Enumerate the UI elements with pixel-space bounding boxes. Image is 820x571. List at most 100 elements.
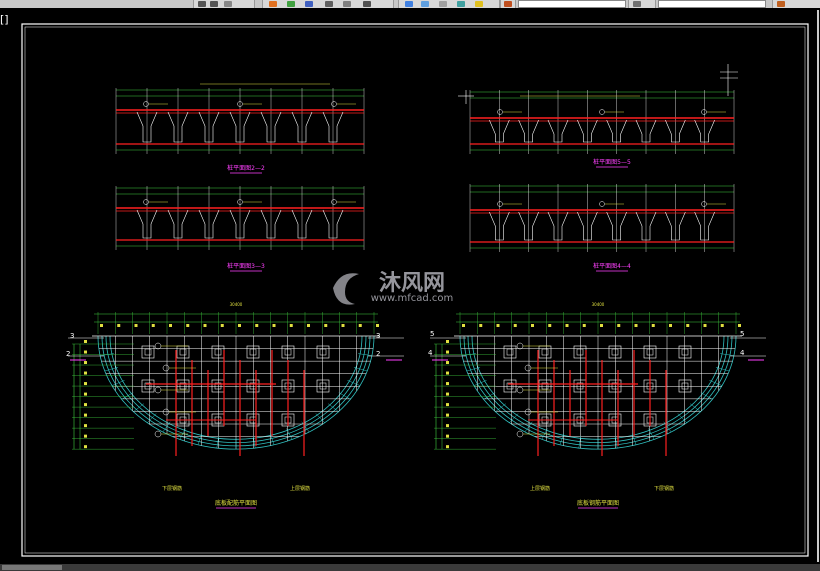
dim-mark xyxy=(513,324,517,327)
dim-mark xyxy=(703,324,707,327)
dim-mark xyxy=(84,371,87,375)
dim-mark xyxy=(84,445,87,449)
callout-bubble xyxy=(162,364,170,372)
pile-square xyxy=(316,345,330,359)
pile-square xyxy=(573,345,587,359)
section-block xyxy=(469,90,735,154)
section-block xyxy=(115,88,365,154)
dim-mark xyxy=(446,434,449,438)
pile-square xyxy=(211,379,225,393)
plan-drawings xyxy=(68,312,766,456)
dim-mark xyxy=(446,350,449,354)
callout-bubble xyxy=(331,199,337,205)
linetype-dropdown[interactable] xyxy=(658,0,766,8)
callout-bubble xyxy=(497,201,503,207)
dim-mark xyxy=(272,324,276,327)
dim-mark xyxy=(446,413,449,417)
callout-bubble xyxy=(599,201,605,207)
section-mark-2-right: 2 xyxy=(376,350,380,358)
section-mark-3-left: 3 xyxy=(70,332,74,340)
section-mark-4-right: 4 xyxy=(740,349,745,357)
render-icon[interactable] xyxy=(457,1,465,7)
dim-mark xyxy=(548,324,552,327)
layer-icon[interactable] xyxy=(269,1,277,7)
pile-square xyxy=(503,345,517,359)
redo-icon[interactable] xyxy=(210,1,218,7)
callout-bubble xyxy=(497,109,503,115)
dim-mark xyxy=(84,413,87,417)
properties-icon[interactable] xyxy=(287,1,295,7)
toolbar-group-view xyxy=(398,0,500,8)
dim-mark xyxy=(238,324,241,327)
paint-icon[interactable] xyxy=(504,1,512,7)
cad-drawing: 桩平面图2—2 桩平面图3—3 桩平面图5—5 桩平面图4—4 底板配筋平面图 … xyxy=(21,10,819,562)
callout-bubble xyxy=(154,386,162,394)
dim-mark xyxy=(220,324,224,327)
overall-dim-right: 30400 xyxy=(592,302,605,307)
watermark-url: www.mfcad.com xyxy=(371,293,454,304)
pile-square xyxy=(141,345,155,359)
dim-mark xyxy=(117,324,121,327)
pile-core xyxy=(144,348,152,356)
settings-icon[interactable] xyxy=(777,1,785,7)
calc-icon[interactable] xyxy=(343,1,351,7)
dim-mark xyxy=(600,324,603,327)
callout-bubble xyxy=(143,199,149,205)
callout-bubble xyxy=(516,386,524,394)
match-icon[interactable] xyxy=(305,1,313,7)
dim-mark xyxy=(686,324,690,327)
pile-square xyxy=(141,379,155,393)
dim-mark xyxy=(582,324,586,327)
plan-sub-right-b: 下层钢筋 xyxy=(654,485,674,492)
section-title-3: 桩平面图3—3 xyxy=(227,262,265,270)
dim-mark xyxy=(289,324,293,327)
drawing-canvas[interactable]: 桩平面图2—2 桩平面图3—3 桩平面图5—5 桩平面图4—4 底板配筋平面图 … xyxy=(0,8,820,564)
dim-mark xyxy=(446,424,449,428)
pile-core xyxy=(179,348,187,356)
callout-bubble xyxy=(331,101,337,107)
plan-title-right: 底板钢筋平面图 xyxy=(577,499,619,507)
section-mark-5-left: 5 xyxy=(430,330,434,338)
scrollbar-thumb[interactable] xyxy=(2,565,62,570)
section-block xyxy=(115,186,365,250)
zoom-icon[interactable] xyxy=(405,1,413,7)
toolbar-group-style xyxy=(628,0,656,8)
plan-sub-left-b: 上层钢筋 xyxy=(290,485,310,492)
toolbar-group-undo xyxy=(193,0,255,8)
dim-mark xyxy=(651,324,655,327)
pile-core xyxy=(576,348,584,356)
dim-mark xyxy=(84,424,87,428)
pan-icon[interactable] xyxy=(421,1,429,7)
section-mark-3-right: 3 xyxy=(376,332,380,340)
pile-core xyxy=(541,348,549,356)
measure-icon[interactable] xyxy=(325,1,333,7)
dropdown-icon[interactable] xyxy=(224,1,232,7)
view-icon[interactable] xyxy=(439,1,447,7)
pile-core xyxy=(506,348,514,356)
dim-mark xyxy=(84,434,87,438)
horizontal-scrollbar[interactable] xyxy=(0,564,820,571)
dim-mark xyxy=(84,382,87,386)
pile-core xyxy=(681,348,689,356)
pile-core xyxy=(214,348,222,356)
style-icon[interactable] xyxy=(633,1,641,7)
cad-line xyxy=(104,367,119,372)
dim-mark xyxy=(186,324,190,327)
lock-icon[interactable] xyxy=(475,1,483,7)
dim-mark xyxy=(462,324,465,327)
pile-square xyxy=(503,379,517,393)
dim-mark xyxy=(446,445,449,449)
section-mark-5-right: 5 xyxy=(740,330,744,338)
section-title-5: 桩平面图5—5 xyxy=(593,158,631,166)
layer-dropdown[interactable] xyxy=(518,0,626,8)
undo-icon[interactable] xyxy=(198,1,206,7)
grid-icon[interactable] xyxy=(363,1,371,7)
pile-square xyxy=(573,379,587,393)
plan-sub-right-a: 上层钢筋 xyxy=(530,485,550,492)
pile-square xyxy=(678,379,692,393)
dim-mark xyxy=(84,350,87,354)
callout-bubble xyxy=(524,364,532,372)
dim-mark xyxy=(446,382,449,386)
dim-mark xyxy=(151,324,155,327)
cad-line xyxy=(466,367,481,372)
